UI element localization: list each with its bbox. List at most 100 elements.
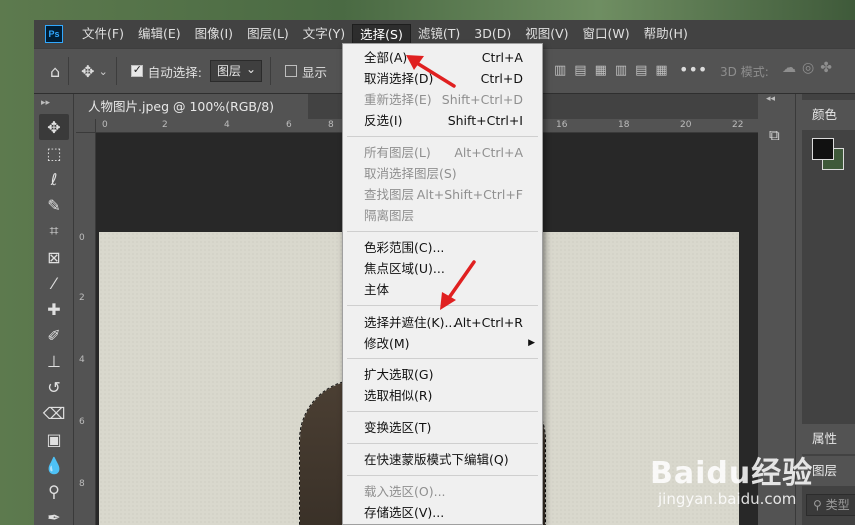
menu-item-deselect-layers[interactable]: 取消选择图层(S): [344, 163, 541, 184]
menu-item-select-and-mask[interactable]: 选择并遮住(K)... Alt+Ctrl+R: [344, 312, 541, 333]
show-transform-checkbox[interactable]: [285, 65, 297, 77]
home-icon[interactable]: ⌂: [50, 62, 60, 81]
quick-select-tool-icon[interactable]: ✎: [39, 192, 69, 218]
menu-type[interactable]: 文字(Y): [296, 24, 352, 44]
menu-edit[interactable]: 编辑(E): [131, 24, 188, 44]
menu-separator: [347, 443, 538, 444]
annotation-arrow-icon: [440, 260, 476, 310]
menu-item-label: 载入选区(O)...: [364, 484, 446, 499]
ruler-tick-label: 20: [680, 120, 692, 130]
ruler-tick-label: 0: [79, 233, 85, 243]
collapse-icon[interactable]: ◂◂: [766, 94, 775, 104]
menu-window[interactable]: 窗口(W): [576, 24, 637, 44]
menu-item-label: 修改(M): [364, 336, 410, 351]
ruler-tick-label: 18: [618, 120, 630, 130]
ruler-tick-label: 2: [79, 293, 85, 303]
collapse-icon[interactable]: ▸▸: [34, 94, 73, 114]
photoshop-logo[interactable]: Ps: [45, 25, 63, 43]
menu-item-label: 色彩范围(C)...: [364, 240, 445, 255]
eraser-tool-icon[interactable]: ⌫: [39, 400, 69, 426]
dodge-tool-icon[interactable]: ⚲: [39, 478, 69, 504]
menu-item-label: 存储选区(V)...: [364, 505, 445, 520]
menu-item-similar[interactable]: 选取相似(R): [344, 385, 541, 406]
menu-item-transform-selection[interactable]: 变换选区(T): [344, 417, 541, 438]
ruler-tick-label: 4: [79, 355, 85, 365]
menu-3d[interactable]: 3D(D): [467, 24, 518, 44]
menu-item-shortcut: Alt+Shift+Ctrl+F: [416, 187, 523, 202]
auto-select-checkbox[interactable]: [130, 63, 143, 77]
menu-item-label: 扩大选取(G): [364, 367, 434, 382]
pen-tool-icon[interactable]: ✒: [39, 504, 69, 525]
menu-item-shortcut: Shift+Ctrl+I: [447, 113, 523, 128]
gradient-tool-icon[interactable]: ▣: [39, 426, 69, 452]
layer-target-select[interactable]: 图层: [210, 59, 262, 82]
watermark-brand: Baidu经验: [650, 456, 814, 491]
ruler-tick-label: 0: [102, 120, 108, 130]
menu-item-find-layers[interactable]: 查找图层 Alt+Shift+Ctrl+F: [344, 184, 541, 205]
vertical-ruler[interactable]: 0 2 4 6 8: [76, 133, 96, 525]
foreground-color-swatch[interactable]: [812, 138, 834, 160]
auto-select-label: 自动选择:: [147, 64, 202, 80]
ruler-corner: [76, 119, 96, 133]
menu-item-label: 取消选择图层(S): [364, 166, 457, 181]
move-tool-icon[interactable]: ✥: [81, 62, 94, 81]
lasso-tool-icon[interactable]: ℓ: [39, 166, 69, 192]
menu-item-modify[interactable]: 修改(M) ▶: [344, 333, 541, 354]
menu-file[interactable]: 文件(F): [75, 24, 131, 44]
menu-help[interactable]: 帮助(H): [637, 24, 695, 44]
history-brush-tool-icon[interactable]: ↺: [39, 374, 69, 400]
menu-item-isolate-layers[interactable]: 隔离图层: [344, 205, 541, 226]
menu-filter[interactable]: 滤镜(T): [411, 24, 467, 44]
blur-tool-icon[interactable]: 💧: [39, 452, 69, 478]
divider: [270, 57, 271, 85]
menu-separator: [347, 231, 538, 232]
watermark-url: jingyan.baidu.com: [658, 490, 797, 508]
ruler-tick-label: 8: [79, 479, 85, 489]
ruler-tick-label: 6: [79, 417, 85, 427]
menu-item-inverse[interactable]: 反选(I) Shift+Ctrl+I: [344, 110, 541, 131]
menu-item-label: 查找图层: [364, 187, 415, 202]
menu-item-grow[interactable]: 扩大选取(G): [344, 364, 541, 385]
menu-select[interactable]: 选择(S): [352, 24, 411, 44]
menu-item-label: 在快速蒙版模式下编辑(Q): [364, 452, 509, 467]
menu-image[interactable]: 图像(I): [188, 24, 240, 44]
align-icons[interactable]: ▥▤▦▥▤▦: [554, 63, 676, 78]
divider: [68, 57, 70, 85]
move-tool-icon[interactable]: ✥: [39, 114, 69, 140]
menu-separator: [347, 358, 538, 359]
divider: [115, 57, 117, 85]
menu-item-load-selection[interactable]: 载入选区(O)...: [344, 481, 541, 502]
marquee-tool-icon[interactable]: ⬚: [39, 140, 69, 166]
ruler-tick-label: 4: [224, 120, 230, 130]
menu-item-shortcut: Alt+Ctrl+A: [454, 145, 523, 160]
menu-item-label: 主体: [364, 282, 390, 297]
menu-view[interactable]: 视图(V): [518, 24, 575, 44]
document-tab[interactable]: 人物图片.jpeg @ 100%(RGB/8): [76, 94, 308, 119]
healing-brush-tool-icon[interactable]: ✚: [39, 296, 69, 322]
color-swatches[interactable]: [812, 138, 852, 178]
stamp-tool-icon[interactable]: ⊥: [39, 348, 69, 374]
menu-item-color-range[interactable]: 色彩范围(C)...: [344, 237, 541, 258]
ruler-tick-label: 22: [732, 120, 744, 130]
tab-color[interactable]: 颜色: [802, 100, 855, 130]
chevron-down-icon[interactable]: ⌄: [99, 65, 108, 78]
3d-mode-icons[interactable]: ☁◎✤: [782, 60, 838, 76]
more-options-icon[interactable]: •••: [679, 60, 707, 79]
eyedropper-tool-icon[interactable]: ⁄: [39, 270, 69, 296]
menu-separator: [347, 136, 538, 137]
brush-tool-icon[interactable]: ✐: [39, 322, 69, 348]
crop-tool-icon[interactable]: ⌗: [39, 218, 69, 244]
frame-tool-icon[interactable]: ⊠: [39, 244, 69, 270]
ruler-tick-label: 2: [162, 120, 168, 130]
menu-item-quick-mask[interactable]: 在快速蒙版模式下编辑(Q): [344, 449, 541, 470]
menu-item-label: 全部(A): [364, 50, 408, 65]
ruler-tick-label: 6: [286, 120, 292, 130]
menu-item-label: 重新选择(E): [364, 92, 432, 107]
menu-item-save-selection[interactable]: 存储选区(V)...: [344, 502, 541, 523]
menu-separator: [347, 475, 538, 476]
menu-item-all-layers[interactable]: 所有图层(L) Alt+Ctrl+A: [344, 142, 541, 163]
ruler-tick-label: 8: [328, 120, 334, 130]
menu-layer[interactable]: 图层(L): [240, 24, 296, 44]
menu-item-reselect[interactable]: 重新选择(E) Shift+Ctrl+D: [344, 89, 541, 110]
history-icon[interactable]: ⧉: [769, 126, 780, 144]
